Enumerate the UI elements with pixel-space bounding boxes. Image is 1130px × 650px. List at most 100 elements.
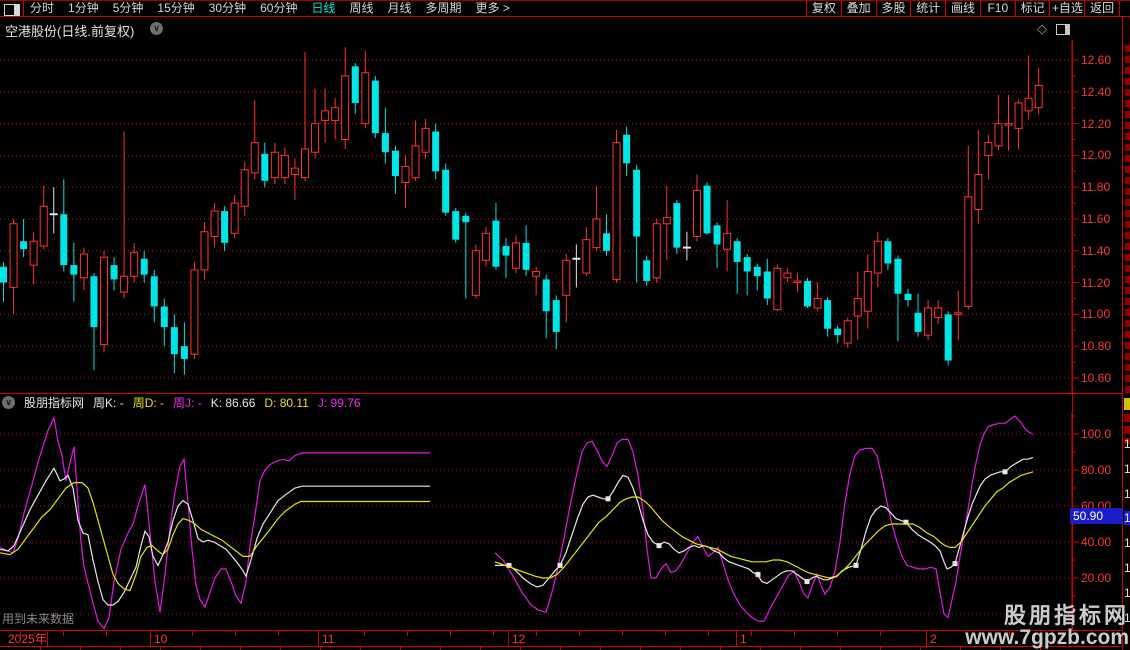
collapse-icon[interactable]: ∨ bbox=[2, 396, 15, 409]
weekly-k-label: 周K: - bbox=[93, 394, 124, 411]
minor-tick bbox=[20, 631, 21, 636]
minor-tick bbox=[708, 631, 709, 636]
minor-tick bbox=[407, 631, 408, 636]
layout-panel-icon[interactable] bbox=[4, 4, 20, 16]
indicator-label-40.00: 40.00 bbox=[1081, 535, 1123, 549]
axis-border bbox=[1072, 40, 1073, 630]
period-tab-日线[interactable]: 日线 bbox=[311, 1, 335, 16]
period-tab-分时[interactable]: 分时 bbox=[30, 1, 54, 16]
period-tab-60分钟[interactable]: 60分钟 bbox=[260, 1, 297, 16]
period-tab-周线[interactable]: 周线 bbox=[349, 1, 373, 16]
top-toolbar: 分时 1分钟 5分钟 15分钟 30分钟 60分钟日线周线月线多周期更多 > 复权叠加多股… bbox=[0, 0, 1130, 17]
period-tab-1分钟[interactable]: 1分钟 bbox=[68, 1, 99, 16]
period-tab-多周期[interactable]: 多周期 bbox=[426, 1, 462, 16]
clipped-quote-digit: 1 bbox=[1124, 536, 1130, 550]
period-tab-30分钟[interactable]: 30分钟 bbox=[209, 1, 246, 16]
minor-tick bbox=[235, 631, 236, 636]
major-tick bbox=[508, 631, 509, 646]
clipped-quote-digit: 1 bbox=[1124, 511, 1130, 525]
minor-tick bbox=[751, 631, 752, 636]
action-button-标记[interactable]: 标记 bbox=[1015, 1, 1050, 16]
action-button-F10[interactable]: F10 bbox=[980, 1, 1015, 16]
chevron-down-icon[interactable]: ∨ bbox=[150, 22, 163, 35]
panel-toggle-icon[interactable] bbox=[1056, 24, 1070, 35]
clipped-quote-digit: 1 bbox=[1124, 462, 1130, 476]
price-label-11.40: 11.40 bbox=[1081, 244, 1123, 258]
candlestick-chart[interactable] bbox=[0, 40, 1080, 393]
title-bar: 空港股份(日线.前复权) ∨ ◇ bbox=[0, 18, 1122, 40]
price-label-11.60: 11.60 bbox=[1081, 212, 1123, 226]
action-button-统计[interactable]: 统计 bbox=[910, 1, 945, 16]
clipped-quote-digit: 1 bbox=[1124, 437, 1130, 451]
period-tabs: 分时 1分钟 5分钟 15分钟 30分钟 60分钟日线周线月线多周期更多 > bbox=[30, 1, 510, 16]
minor-tick bbox=[837, 631, 838, 636]
action-button-画线[interactable]: 画线 bbox=[945, 1, 980, 16]
toolbar-separator bbox=[23, 1, 24, 16]
indicator-last-value-badge: 50.90 bbox=[1070, 508, 1123, 524]
major-tick bbox=[926, 631, 927, 646]
indicator-site-label: 股朋指标网 bbox=[24, 394, 84, 411]
month-label-12: 12 bbox=[512, 632, 525, 646]
major-tick bbox=[736, 631, 737, 646]
year-label: 2025年 bbox=[8, 632, 47, 646]
clipped-quote-digit: 1 bbox=[1124, 561, 1130, 575]
price-label-11.80: 11.80 bbox=[1081, 180, 1123, 194]
k-value-label: K: 86.66 bbox=[211, 396, 256, 410]
weekly-d-label: 周D: - bbox=[133, 394, 164, 411]
toolbar-actions: 复权叠加多股统计画线F10标记+自选返回 bbox=[806, 1, 1120, 16]
price-label-11.00: 11.00 bbox=[1081, 307, 1123, 321]
major-tick bbox=[318, 631, 319, 646]
indicator-label-100.0: 100.0 bbox=[1081, 427, 1123, 441]
trading-app-window: 分时 1分钟 5分钟 15分钟 30分钟 60分钟日线周线月线多周期更多 > 复权叠加多股… bbox=[0, 0, 1130, 650]
future-data-note: 用到未来数据 bbox=[2, 610, 74, 627]
action-button-返回[interactable]: 返回 bbox=[1084, 1, 1119, 16]
symbol-title: 空港股份(日线.前复权) bbox=[5, 21, 134, 40]
minor-tick bbox=[192, 631, 193, 636]
minor-tick bbox=[622, 631, 623, 636]
minor-tick bbox=[278, 631, 279, 636]
action-button-叠加[interactable]: 叠加 bbox=[841, 1, 876, 16]
clipped-panel-text bbox=[1125, 45, 1130, 395]
period-tab-15分钟[interactable]: 15分钟 bbox=[157, 1, 194, 16]
minor-tick bbox=[880, 631, 881, 636]
watermark: 股朋指标网 www.7gpzb.com bbox=[965, 604, 1129, 649]
indicator-header: ∨ 股朋指标网 周K: - 周D: - 周J: - K: 86.66 D: 80… bbox=[0, 394, 361, 411]
indicator-label-20.00: 20.00 bbox=[1081, 571, 1123, 585]
j-value-label: J: 99.76 bbox=[318, 396, 361, 410]
kdj-indicator-chart[interactable] bbox=[0, 412, 1080, 630]
year-tick bbox=[47, 631, 48, 646]
period-tab-更多 >[interactable]: 更多 > bbox=[476, 1, 510, 16]
action-button-多股[interactable]: 多股 bbox=[876, 1, 911, 16]
price-label-12.40: 12.40 bbox=[1081, 85, 1123, 99]
minor-tick bbox=[450, 631, 451, 636]
d-value-label: D: 80.11 bbox=[264, 396, 308, 410]
minor-tick bbox=[579, 631, 580, 636]
minor-tick bbox=[364, 631, 365, 636]
clipped-yellow-glyph bbox=[1124, 398, 1130, 410]
action-button-复权[interactable]: 复权 bbox=[806, 1, 841, 16]
period-tab-5分钟[interactable]: 5分钟 bbox=[113, 1, 144, 16]
month-label-10: 10 bbox=[154, 632, 167, 646]
month-label-11: 11 bbox=[322, 632, 334, 646]
price-label-11.20: 11.20 bbox=[1081, 276, 1123, 290]
major-tick bbox=[150, 631, 151, 646]
price-label-12.00: 12.00 bbox=[1081, 148, 1123, 162]
diamond-icon[interactable]: ◇ bbox=[1037, 21, 1047, 37]
clipped-quote-digit: 1 bbox=[1124, 586, 1130, 600]
clipped-right-panel: 11111111 bbox=[1122, 17, 1130, 650]
time-axis: 2025年10111212 bbox=[0, 630, 1122, 647]
indicator-label-80.00: 80.00 bbox=[1081, 463, 1123, 477]
period-tab-月线[interactable]: 月线 bbox=[388, 1, 412, 16]
price-label-12.20: 12.20 bbox=[1081, 117, 1123, 131]
weekly-j-label: 周J: - bbox=[173, 394, 202, 411]
watermark-url: www.7gpzb.com bbox=[965, 627, 1129, 649]
action-button-+自选[interactable]: +自选 bbox=[1049, 1, 1084, 16]
minor-tick bbox=[493, 631, 494, 636]
month-label-1: 1 bbox=[740, 632, 747, 646]
minor-tick bbox=[63, 631, 64, 636]
watermark-site: 股朋指标网 bbox=[965, 604, 1129, 627]
month-label-2: 2 bbox=[930, 632, 937, 646]
price-label-12.60: 12.60 bbox=[1081, 53, 1123, 67]
minor-tick bbox=[665, 631, 666, 636]
price-label-10.80: 10.80 bbox=[1081, 339, 1123, 353]
